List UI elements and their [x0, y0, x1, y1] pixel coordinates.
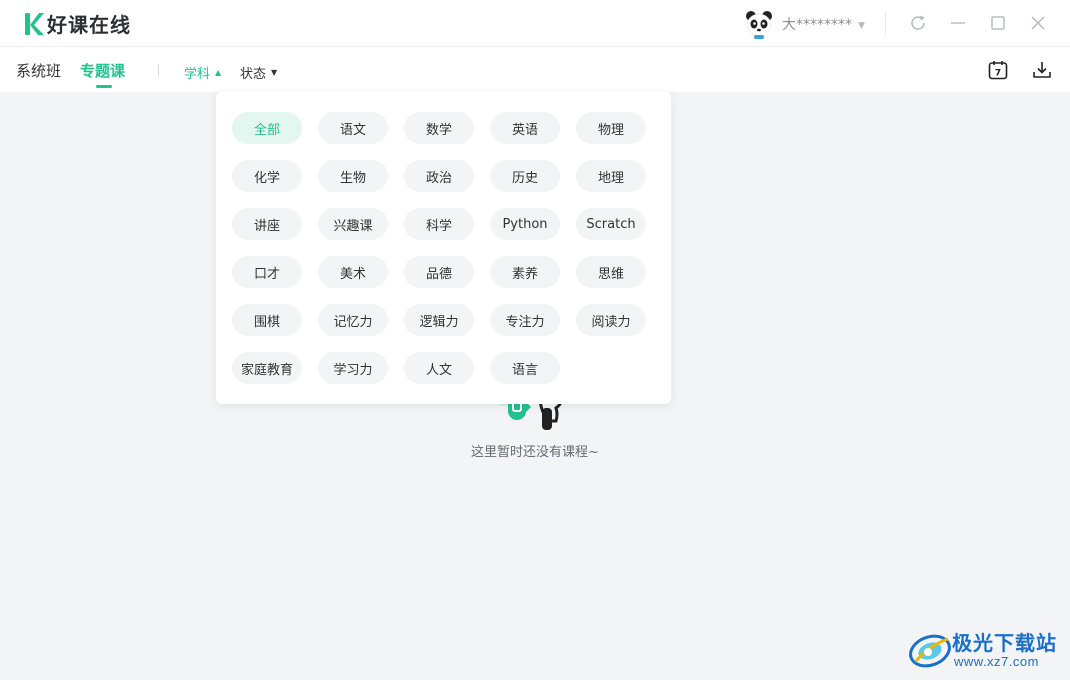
caret-down-icon: ▼: [271, 68, 278, 77]
subject-option[interactable]: 语文: [318, 112, 388, 144]
status-filter[interactable]: 状态 ▼: [240, 63, 277, 82]
download-button[interactable]: [1031, 59, 1053, 81]
maximize-icon: [991, 16, 1005, 30]
subject-option[interactable]: 讲座: [232, 208, 302, 240]
logo-k-icon: [25, 12, 44, 35]
nav-divider: [158, 64, 159, 76]
subject-option[interactable]: 全部: [232, 112, 302, 144]
subject-option[interactable]: 记忆力: [318, 304, 388, 336]
subject-option[interactable]: 英语: [490, 112, 560, 144]
subject-option[interactable]: 思维: [576, 256, 646, 288]
minimize-button[interactable]: [945, 10, 971, 36]
watermark: 极光下载站 www.xz7.com: [908, 625, 1063, 675]
subject-option[interactable]: 生物: [318, 160, 388, 192]
subject-dropdown: 全部 语文 数学 英语 物理化学 生物 政治 历史 地理讲座 兴趣课 科学 Python Scratch…: [216, 92, 671, 404]
minimize-icon: [951, 22, 965, 24]
user-menu[interactable]: 大******** ▼: [744, 9, 865, 39]
watermark-logo-icon: [909, 634, 951, 668]
app-name: 好课在线: [47, 13, 131, 37]
subject-option[interactable]: 口才: [232, 256, 302, 288]
empty-state-message: 这里暂时还没有课程~: [471, 445, 599, 460]
subject-option[interactable]: 素养: [490, 256, 560, 288]
subject-option[interactable]: 专注力: [490, 304, 560, 336]
close-icon: [1031, 16, 1045, 30]
nav-bar: 系统班 专题课 学科 ▲ 状态 ▼ 7: [0, 47, 1070, 92]
download-icon: [1033, 62, 1051, 78]
subject-option[interactable]: 物理: [576, 112, 646, 144]
subject-option[interactable]: 语言: [490, 352, 560, 384]
subject-filter-label: 学科: [184, 67, 211, 82]
subject-option[interactable]: 围棋: [232, 304, 302, 336]
username: 大********: [782, 17, 852, 33]
status-filter-label: 状态: [240, 67, 267, 82]
caret-up-icon: ▲: [215, 68, 222, 77]
active-tab-indicator: [96, 85, 112, 88]
titlebar-divider: [885, 12, 886, 34]
tab-topic-course[interactable]: 专题课: [80, 60, 125, 81]
calendar-icon: 7: [988, 61, 1008, 80]
subject-option[interactable]: 家庭教育: [232, 352, 302, 384]
subject-option[interactable]: 学习力: [318, 352, 388, 384]
subject-option[interactable]: 美术: [318, 256, 388, 288]
watermark-title: 极光下载站: [952, 631, 1057, 655]
maximize-button[interactable]: [985, 10, 1011, 36]
panda-avatar: [746, 11, 772, 39]
tab-system-class[interactable]: 系统班: [16, 60, 61, 81]
close-button[interactable]: [1025, 10, 1051, 36]
subject-option[interactable]: 逻辑力: [404, 304, 474, 336]
subject-option[interactable]: 政治: [404, 160, 474, 192]
subject-option[interactable]: 人文: [404, 352, 474, 384]
subject-option[interactable]: 历史: [490, 160, 560, 192]
subject-option[interactable]: 化学: [232, 160, 302, 192]
subject-option[interactable]: 阅读力: [576, 304, 646, 336]
subject-option[interactable]: Scratch: [576, 208, 646, 240]
refresh-icon: [911, 15, 925, 30]
subject-option[interactable]: 科学: [404, 208, 474, 240]
refresh-button[interactable]: [905, 10, 931, 36]
app-logo: 好课在线: [24, 9, 131, 38]
subject-option[interactable]: 兴趣课: [318, 208, 388, 240]
subject-filter[interactable]: 学科 ▲: [184, 63, 221, 82]
svg-text:7: 7: [995, 69, 1001, 79]
subject-option[interactable]: 数学: [404, 112, 474, 144]
watermark-url: www.xz7.com: [954, 654, 1039, 669]
subject-option[interactable]: Python: [490, 208, 560, 240]
subject-option[interactable]: 地理: [576, 160, 646, 192]
subject-option[interactable]: 品德: [404, 256, 474, 288]
chevron-down-icon: ▼: [858, 20, 865, 31]
title-bar: 好课在线 大******** ▼: [0, 0, 1070, 47]
calendar-button[interactable]: 7: [987, 59, 1009, 81]
